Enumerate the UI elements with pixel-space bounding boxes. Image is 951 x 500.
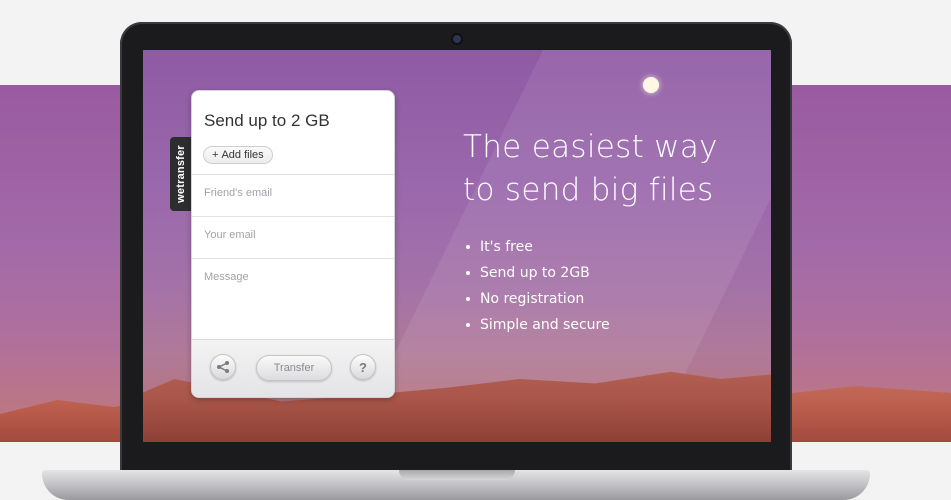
friends-email-field[interactable]: Friend's email [192, 174, 394, 216]
brand-label: wetransfer [175, 145, 188, 203]
hero-title-line-1: The easiest way [463, 129, 718, 165]
widget-footer: Transfer ? [192, 339, 394, 397]
friends-email-placeholder: Friend's email [204, 187, 273, 199]
camera-icon [453, 35, 461, 43]
message-field[interactable]: Message [192, 258, 394, 338]
laptop-notch [399, 470, 515, 480]
plus-icon: + [212, 149, 219, 161]
add-files-label: Add files [221, 149, 264, 161]
moon-icon [643, 77, 659, 93]
feature-item: No registration [466, 286, 610, 312]
feature-item: Send up to 2GB [466, 260, 610, 286]
hero-title: The easiest way to send big files [463, 126, 763, 212]
hero-title-line-2: to send big files [463, 172, 714, 208]
share-button[interactable] [210, 354, 236, 380]
wetransfer-tab[interactable]: wetransfer [170, 137, 192, 211]
message-placeholder: Message [204, 271, 249, 283]
feature-list: It's free Send up to 2GB No registration… [466, 234, 610, 338]
help-button[interactable]: ? [350, 354, 376, 380]
transfer-button[interactable]: Transfer [256, 355, 332, 381]
your-email-field[interactable]: Your email [192, 216, 394, 258]
widget-title: Send up to 2 GB [204, 111, 330, 130]
your-email-placeholder: Your email [204, 229, 256, 241]
transfer-widget: Send up to 2 GB + Add files Friend's ema… [191, 90, 395, 398]
add-files-button[interactable]: + Add files [203, 146, 273, 164]
share-icon [217, 361, 229, 373]
feature-item: It's free [466, 234, 610, 260]
feature-item: Simple and secure [466, 312, 610, 338]
